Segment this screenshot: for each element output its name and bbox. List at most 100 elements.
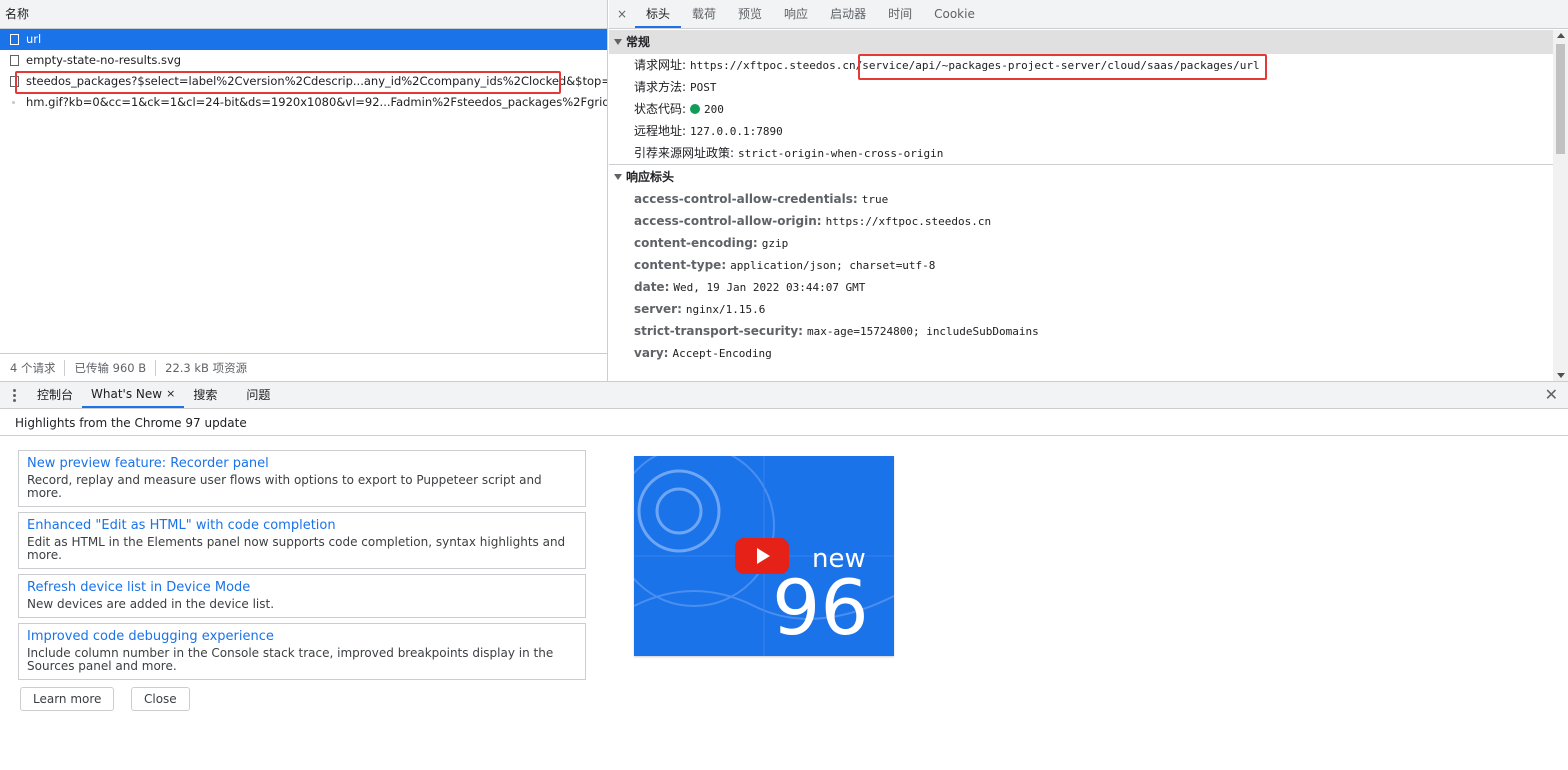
- header-value: nginx/1.15.6: [685, 303, 766, 316]
- resources-size: 22.3 kB 项资源: [165, 360, 248, 375]
- request-name: hm.gif?kb=0&cc=1&ck=1&cl=24-bit&ds=1920x…: [26, 95, 607, 109]
- feature-link[interactable]: New preview feature: Recorder panel: [27, 456, 576, 472]
- request-row[interactable]: hm.gif?kb=0&cc=1&ck=1&cl=24-bit&ds=1920x…: [0, 92, 607, 113]
- feature-link[interactable]: Improved code debugging experience: [27, 629, 576, 645]
- status-ok-icon: [690, 104, 701, 114]
- video-thumbnail[interactable]: new 96: [634, 456, 894, 656]
- close-detail-icon[interactable]: ×: [609, 0, 635, 28]
- section-title: 响应标头: [626, 169, 675, 184]
- close-drawer-icon[interactable]: ✕: [1545, 386, 1558, 404]
- scroll-up-icon[interactable]: [1557, 33, 1565, 38]
- header-row: 状态代码: 200: [609, 98, 1553, 120]
- request-row[interactable]: empty-state-no-results.svg: [0, 50, 607, 71]
- scrollbar-thumb[interactable]: [1556, 44, 1565, 154]
- close-tab-icon[interactable]: ×: [166, 381, 175, 407]
- header-key: access-control-allow-origin:: [634, 214, 822, 228]
- devtools-window: 名称 url empty-state-no-results.svg steedo…: [0, 0, 1568, 770]
- header-value: strict-origin-when-cross-origin: [738, 147, 944, 160]
- tab-console[interactable]: 控制台: [28, 382, 82, 408]
- header-value: 127.0.0.1:7890: [690, 125, 783, 138]
- header-row: 远程地址: 127.0.0.1:7890: [609, 120, 1553, 142]
- header-value: POST: [690, 81, 717, 94]
- header-row: date: Wed, 19 Jan 2022 03:44:07 GMT: [609, 276, 1553, 298]
- tab-initiator[interactable]: 启动器: [819, 0, 877, 28]
- header-row: access-control-allow-credentials: true: [609, 188, 1553, 210]
- header-row: server: nginx/1.15.6: [609, 298, 1553, 320]
- feature-description: Edit as HTML in the Elements panel now s…: [27, 535, 566, 562]
- header-value: Wed, 19 Jan 2022 03:44:07 GMT: [673, 281, 866, 294]
- feature-link[interactable]: Refresh device list in Device Mode: [27, 580, 576, 596]
- learn-more-button[interactable]: Learn more: [20, 687, 115, 711]
- whats-new-heading: Highlights from the Chrome 97 update: [0, 410, 1568, 436]
- scroll-down-icon[interactable]: [1557, 373, 1565, 378]
- request-row[interactable]: url: [0, 29, 607, 50]
- expand-triangle-icon: [614, 173, 622, 180]
- header-key: access-control-allow-credentials:: [634, 192, 858, 206]
- drawer-tabbar: 控制台 What's New × 搜索 问题 ✕: [0, 381, 1568, 409]
- header-value: https://xftpoc.steedos.cn: [825, 215, 992, 228]
- header-value: true: [861, 193, 889, 206]
- header-row: vary: Accept-Encoding: [609, 342, 1553, 364]
- request-name: url: [26, 32, 42, 46]
- name-column-header[interactable]: 名称: [0, 0, 607, 29]
- network-summary-bar: 4 个请求 已传输 960 B 22.3 kB 项资源: [0, 353, 608, 381]
- tab-preview[interactable]: 预览: [727, 0, 773, 28]
- header-key: 请求网址:: [634, 58, 687, 72]
- request-count: 4 个请求: [10, 359, 66, 376]
- tab-search[interactable]: 搜索: [184, 382, 226, 408]
- header-value: 200: [704, 103, 724, 116]
- request-row[interactable]: steedos_packages?$select=label%2Cversion…: [0, 71, 607, 92]
- video-version-number: 96: [772, 563, 869, 652]
- tab-cookie[interactable]: Cookie: [923, 0, 986, 28]
- feature-card: New preview feature: Recorder panel Reco…: [18, 450, 586, 507]
- tab-label: 控制台: [37, 388, 74, 402]
- header-key: content-encoding:: [634, 236, 758, 250]
- request-type-icon: [12, 101, 15, 104]
- header-row: content-type: application/json; charset=u…: [609, 254, 1553, 276]
- request-name: steedos_packages?$select=label%2Cversion…: [26, 74, 607, 88]
- request-list-pane: 名称 url empty-state-no-results.svg steedo…: [0, 0, 608, 381]
- network-panel: 名称 url empty-state-no-results.svg steedo…: [0, 0, 1568, 381]
- transferred-size: 已传输 960 B: [74, 359, 157, 376]
- header-value: application/json; charset=utf-8: [730, 259, 936, 272]
- header-value: gzip: [761, 237, 789, 250]
- header-key: 状态代码:: [634, 102, 687, 116]
- header-value: Accept-Encoding: [672, 347, 772, 360]
- tab-whats-new[interactable]: What's New ×: [82, 381, 185, 408]
- header-key: vary:: [634, 346, 669, 360]
- response-headers-section-header[interactable]: 响应标头: [609, 164, 1553, 188]
- header-row: 请求网址: https://xftpoc.steedos.cn/service/a…: [609, 54, 1553, 76]
- tab-headers[interactable]: 标头: [635, 0, 682, 28]
- header-row: content-encoding: gzip: [609, 232, 1553, 254]
- headers-content: 常规 请求网址: https://xftpoc.steedos.cn/servic…: [609, 30, 1553, 381]
- detail-scrollbar[interactable]: [1553, 30, 1568, 381]
- tab-issues[interactable]: 问题: [226, 382, 279, 408]
- header-key: 引荐来源网址政策:: [634, 146, 735, 160]
- expand-triangle-icon: [614, 39, 622, 45]
- general-section-header[interactable]: 常规: [609, 30, 1553, 54]
- header-row: strict-transport-security: max-age=157248…: [609, 320, 1553, 342]
- close-button[interactable]: Close: [131, 687, 190, 711]
- feature-link[interactable]: Enhanced "Edit as HTML" with code comple…: [27, 518, 576, 534]
- feature-card: Enhanced "Edit as HTML" with code comple…: [18, 512, 586, 569]
- header-key: 远程地址:: [634, 124, 687, 138]
- request-name: empty-state-no-results.svg: [26, 53, 182, 67]
- tab-timing[interactable]: 时间: [877, 0, 923, 28]
- header-key: content-type:: [634, 258, 727, 272]
- tab-label: 搜索: [193, 388, 218, 402]
- header-row: 引荐来源网址政策: strict-origin-when-cross-origin: [609, 142, 1553, 164]
- tab-label: 问题: [246, 388, 271, 402]
- tab-response[interactable]: 响应: [773, 0, 819, 28]
- feature-card: Refresh device list in Device Mode New d…: [18, 574, 586, 618]
- request-type-icon: [10, 76, 19, 87]
- request-type-icon: [10, 34, 19, 45]
- feature-description: Include column number in the Console sta…: [27, 646, 554, 673]
- tab-label: What's New: [91, 387, 163, 401]
- more-options-icon[interactable]: [0, 382, 28, 408]
- header-value: https://xftpoc.steedos.cn/service/api/~p…: [690, 59, 1260, 72]
- header-key: server:: [634, 302, 682, 316]
- feature-description: New devices are added in the device list…: [27, 597, 275, 611]
- header-row: 请求方法: POST: [609, 76, 1553, 98]
- tab-payload[interactable]: 载荷: [681, 0, 727, 28]
- request-type-icon: [10, 55, 19, 66]
